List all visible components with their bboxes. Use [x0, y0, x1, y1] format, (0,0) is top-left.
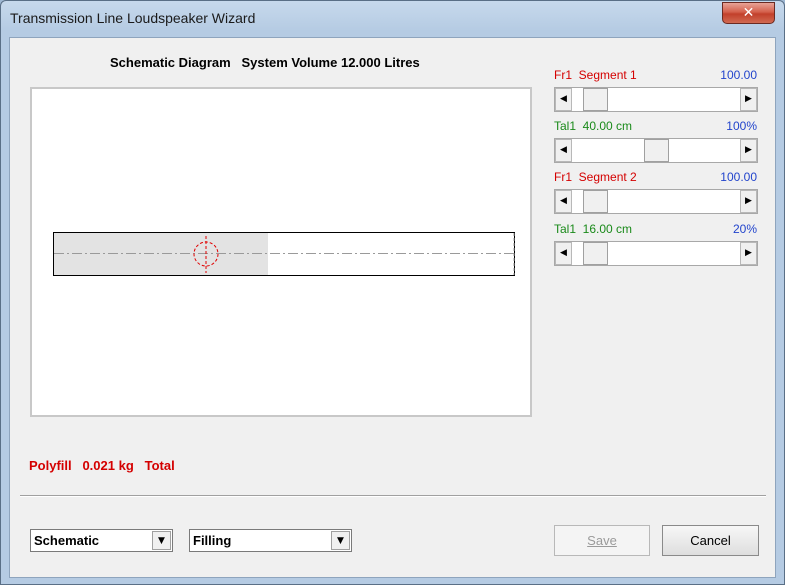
- schematic-svg: [53, 232, 515, 276]
- slider-2-value: 100%: [726, 119, 757, 133]
- slider-4-label: Tal1 16.00 cm: [554, 222, 633, 236]
- dialog-client-area: Schematic Diagram System Volume 12.000 L…: [9, 37, 776, 578]
- save-button[interactable]: Save: [554, 525, 650, 556]
- arrow-right-icon[interactable]: ▶: [740, 190, 757, 213]
- arrow-right-icon[interactable]: ▶: [740, 242, 757, 265]
- view-select[interactable]: Schematic ▼: [30, 529, 173, 552]
- arrow-left-icon[interactable]: ◀: [555, 242, 572, 265]
- arrow-right-icon[interactable]: ▶: [740, 88, 757, 111]
- window-title: Transmission Line Loudspeaker Wizard: [10, 10, 256, 26]
- slider-4-value: 20%: [732, 222, 757, 236]
- slider-1-label: Fr1 Segment 1: [554, 68, 637, 82]
- close-button[interactable]: ✕: [722, 2, 775, 24]
- slider-3-thumb[interactable]: [583, 190, 608, 213]
- cancel-button-label: Cancel: [690, 533, 731, 548]
- slider-2-scrollbar[interactable]: ◀ ▶: [554, 138, 758, 163]
- slider-3-scrollbar[interactable]: ◀ ▶: [554, 189, 758, 214]
- save-button-label: Save: [587, 533, 617, 548]
- slider-3-value: 100.00: [720, 170, 757, 184]
- slider-2-thumb[interactable]: [644, 139, 669, 162]
- chevron-down-icon[interactable]: ▼: [331, 531, 350, 550]
- arrow-left-icon[interactable]: ◀: [555, 139, 572, 162]
- slider-1-scrollbar[interactable]: ◀ ▶: [554, 87, 758, 112]
- schematic-diagram: [30, 87, 532, 417]
- slider-4-thumb[interactable]: [583, 242, 608, 265]
- mode-select-value: Filling: [193, 533, 232, 548]
- slider-1-value: 100.00: [720, 68, 757, 82]
- view-select-value: Schematic: [34, 533, 100, 548]
- title-bar[interactable]: Transmission Line Loudspeaker Wizard ✕: [1, 1, 784, 37]
- diagram-title: Schematic Diagram System Volume 12.000 L…: [110, 55, 420, 70]
- slider-1-thumb[interactable]: [583, 88, 608, 111]
- slider-4-scrollbar[interactable]: ◀ ▶: [554, 241, 758, 266]
- slider-3-label: Fr1 Segment 2: [554, 170, 637, 184]
- arrow-right-icon[interactable]: ▶: [740, 139, 757, 162]
- polyfill-total: Polyfill 0.021 kg Total: [29, 458, 175, 473]
- wizard-window: Transmission Line Loudspeaker Wizard ✕ S…: [0, 0, 785, 585]
- separator: [20, 495, 766, 497]
- arrow-left-icon[interactable]: ◀: [555, 190, 572, 213]
- chevron-down-icon[interactable]: ▼: [152, 531, 171, 550]
- close-icon: ✕: [742, 5, 755, 21]
- arrow-left-icon[interactable]: ◀: [555, 88, 572, 111]
- mode-select[interactable]: Filling ▼: [189, 529, 352, 552]
- slider-2-label: Tal1 40.00 cm: [554, 119, 633, 133]
- cancel-button[interactable]: Cancel: [662, 525, 759, 556]
